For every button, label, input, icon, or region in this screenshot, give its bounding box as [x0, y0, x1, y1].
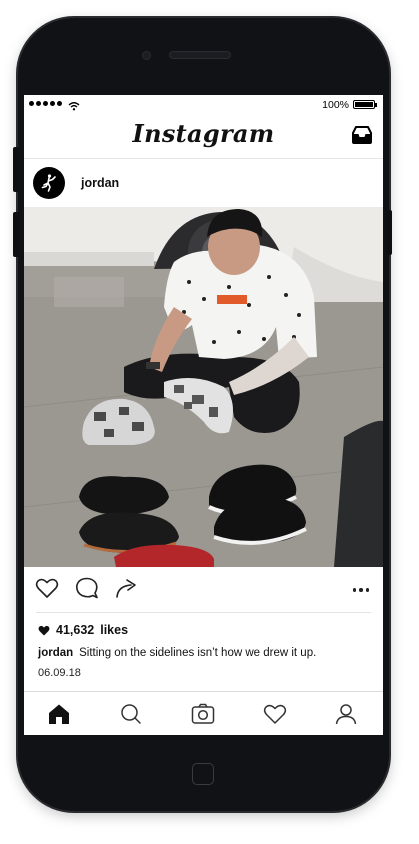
- caption-text: Sitting on the sidelines isn’t how we dr…: [79, 647, 317, 659]
- signal-icon: [29, 101, 62, 106]
- avatar[interactable]: [33, 167, 65, 199]
- app-logo: Instagram: [132, 119, 275, 148]
- likes-count[interactable]: 41,632 likes: [38, 623, 128, 637]
- comment-icon[interactable]: [75, 577, 99, 604]
- caption-username[interactable]: jordan: [38, 647, 73, 659]
- activity-heart-icon[interactable]: [263, 703, 287, 730]
- front-camera: [142, 51, 151, 60]
- profile-icon[interactable]: [335, 703, 357, 730]
- jumpman-logo-icon: [41, 174, 56, 192]
- inbox-icon[interactable]: [351, 125, 373, 150]
- share-icon[interactable]: [115, 577, 139, 604]
- camera-icon[interactable]: [191, 703, 215, 730]
- bottom-tab-bar: [24, 691, 383, 735]
- likes-number: 41,632: [56, 623, 95, 637]
- search-icon[interactable]: [120, 703, 142, 730]
- like-heart-icon[interactable]: [35, 577, 59, 604]
- home-icon[interactable]: [47, 703, 71, 730]
- sneakers-photo-illustration: [24, 207, 383, 567]
- earpiece-speaker: [169, 51, 231, 59]
- silent-switch: [13, 147, 19, 192]
- power-button: [386, 210, 392, 255]
- more-options-icon[interactable]: [352, 588, 369, 592]
- app-header: Instagram: [24, 115, 383, 159]
- likes-heart-icon: [38, 625, 50, 635]
- post-header: jordan: [24, 159, 383, 207]
- status-bar: 100%: [24, 95, 383, 115]
- likes-label: likes: [100, 623, 129, 637]
- phone-screen: 100% Instagram jordan 41,632 likes jorda…: [24, 95, 383, 735]
- post-photo[interactable]: [24, 207, 383, 567]
- wifi-icon: [68, 98, 80, 116]
- actions-divider: [36, 612, 371, 613]
- volume-button: [13, 212, 19, 257]
- post-caption: jordan Sitting on the sidelines isn’t how…: [38, 647, 316, 659]
- home-button[interactable]: [192, 763, 214, 785]
- post-actions: [24, 567, 383, 611]
- battery-icon: [353, 100, 377, 109]
- post-username[interactable]: jordan: [81, 176, 119, 190]
- post-date: 06.09.18: [38, 667, 81, 679]
- battery-percent: 100%: [322, 99, 349, 111]
